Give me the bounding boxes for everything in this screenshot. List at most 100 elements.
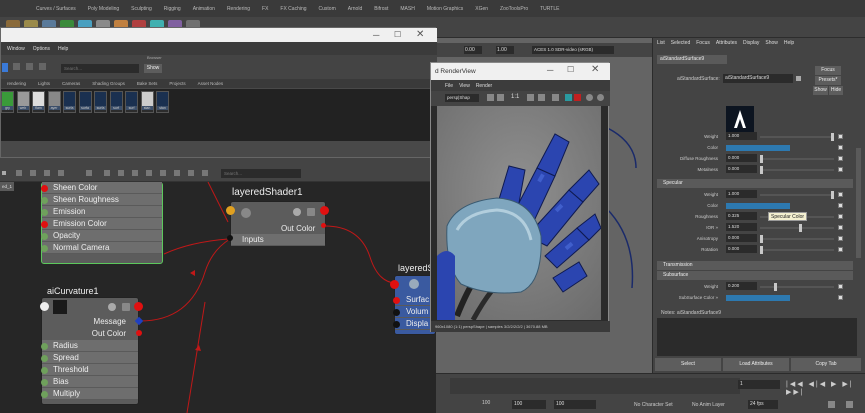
menu-item[interactable]: Help	[784, 40, 794, 46]
attribute-value-field[interactable]: 1.000	[726, 132, 757, 140]
shelf-tab[interactable]: Motion Graphics	[421, 6, 469, 12]
camera-select[interactable]: persp|Shap	[445, 94, 479, 102]
slider-handle[interactable]	[774, 283, 777, 291]
output-port[interactable]	[136, 330, 142, 336]
browser-search-input[interactable]	[61, 64, 139, 73]
range-end-field[interactable]: 100	[554, 400, 596, 409]
section-subsurface[interactable]: Subsurface	[657, 271, 853, 280]
material-swatch[interactable]: gry	[1, 91, 14, 113]
menu-item[interactable]: View	[459, 83, 470, 89]
node-attribute-row[interactable]: Opacity	[42, 230, 162, 242]
menu-item[interactable]: Window	[3, 46, 29, 52]
graph-tool-icon[interactable]	[160, 170, 166, 176]
minimize-icon[interactable]: ─	[547, 65, 553, 75]
graph-tool-icon[interactable]	[202, 170, 208, 176]
render-icon[interactable]	[497, 94, 504, 101]
input-port[interactable]	[41, 232, 48, 240]
node-attribute-row[interactable]: Emission	[42, 206, 162, 218]
material-swatch[interactable]: surfa	[94, 91, 107, 113]
render-icon[interactable]	[538, 94, 545, 101]
shelf-tab[interactable]: Sculpting	[125, 6, 158, 12]
output-port[interactable]	[134, 302, 143, 311]
ratio-label[interactable]: 1:1	[511, 94, 519, 100]
ae-scrollbar[interactable]	[856, 148, 861, 258]
slider-handle[interactable]	[760, 166, 763, 174]
slider-handle[interactable]	[760, 235, 763, 243]
playback-controls[interactable]: |◀◀ ◀|◀ ▶ ▶|▶▶|	[786, 380, 865, 396]
shelf-tab[interactable]: FX Caching	[274, 6, 312, 12]
render-icon[interactable]	[527, 94, 534, 101]
render-icon[interactable]	[487, 94, 494, 101]
input-port[interactable]	[41, 366, 48, 374]
shelf-tab[interactable]: Arnold	[342, 6, 368, 12]
browser-tab[interactable]: Lights	[32, 81, 56, 86]
layered-inputs-row[interactable]: Inputs	[231, 234, 325, 246]
slider-handle[interactable]	[760, 246, 763, 254]
presets-button[interactable]: Presets*	[815, 76, 841, 85]
graph-tool-icon[interactable]	[44, 170, 50, 176]
view-icon[interactable]	[13, 63, 20, 70]
close-icon[interactable]: ✕	[416, 29, 424, 40]
copy-tab-button[interactable]: Copy Tab	[791, 358, 861, 371]
time-field[interactable]: 1.00	[496, 46, 514, 54]
graph-tool-icon[interactable]	[58, 170, 64, 176]
graph-tool-icon[interactable]	[146, 170, 152, 176]
input-port[interactable]	[41, 184, 48, 192]
node-attribute-row[interactable]: Radius	[42, 340, 138, 352]
shelf-tab[interactable]: Animation	[187, 6, 221, 12]
attribute-value-field[interactable]: 0.000	[726, 165, 757, 173]
map-button-icon[interactable]	[838, 192, 843, 197]
settings-icon[interactable]	[846, 401, 853, 408]
material-swatch[interactable]: web	[16, 91, 30, 113]
browser-tab[interactable]: Cameras	[56, 81, 86, 86]
node-attribute-row[interactable]: Spread	[42, 352, 138, 364]
graph-tool-icon[interactable]	[132, 170, 138, 176]
layered-shader-node[interactable]: Out Color Inputs	[230, 201, 326, 246]
go-icon[interactable]	[796, 76, 801, 81]
map-button-icon[interactable]	[838, 236, 843, 241]
render-icon[interactable]	[597, 94, 604, 101]
input-port[interactable]	[393, 308, 400, 316]
input-port[interactable]	[41, 378, 48, 386]
material-swatch[interactable]: surfa	[63, 91, 76, 113]
map-button-icon[interactable]	[838, 156, 843, 161]
browser-tab[interactable]: Bake Sets	[131, 81, 164, 86]
minimize-icon[interactable]: ─	[373, 30, 379, 40]
graph-tool-icon[interactable]	[188, 170, 194, 176]
load-attributes-button[interactable]: Load Attributes	[723, 358, 789, 371]
material-swatch[interactable]: stan	[140, 91, 154, 113]
shelf-tab[interactable]: FX	[256, 6, 274, 12]
list-icon[interactable]	[307, 208, 315, 216]
input-port[interactable]	[393, 320, 400, 328]
menu-item[interactable]: List	[657, 40, 665, 46]
render-image[interactable]	[437, 106, 602, 322]
material-swatch[interactable]: stan	[156, 91, 169, 113]
node-attribute-row[interactable]: Emission Color	[42, 218, 162, 230]
color-swatch[interactable]	[726, 295, 790, 301]
fps-select[interactable]: 24 fps	[748, 400, 778, 409]
ae-tab[interactable]: aiStandardSurface9	[657, 55, 727, 64]
view-icon[interactable]	[39, 63, 46, 70]
anim-layer-label[interactable]: No Anim Layer	[692, 402, 725, 408]
browser-tab[interactable]: Asset Nodes	[192, 81, 230, 86]
map-button-icon[interactable]	[838, 167, 843, 172]
time-slider[interactable]	[450, 378, 740, 394]
material-swatch[interactable]: surfa	[78, 91, 92, 113]
node-attribute-row[interactable]: Threshold	[42, 364, 138, 376]
slider-handle[interactable]	[831, 191, 834, 199]
graph-tool-icon[interactable]	[16, 170, 22, 176]
attribute-value-field[interactable]: 0.000	[726, 245, 757, 253]
maximize-icon[interactable]: ☐	[394, 30, 401, 39]
input-port[interactable]	[226, 206, 235, 215]
color-swatch[interactable]	[726, 145, 790, 151]
render-icon[interactable]	[586, 94, 593, 101]
output-port[interactable]	[321, 223, 326, 228]
menu-item[interactable]: File	[445, 83, 453, 89]
attribute-slider[interactable]	[760, 166, 834, 174]
section-transmission[interactable]: Transmission	[657, 261, 853, 270]
range-start-field[interactable]: 100	[512, 400, 546, 409]
hide-button[interactable]: Hide	[829, 86, 843, 95]
node-attribute-row[interactable]: Sheen Roughness	[42, 194, 162, 206]
browser-tab[interactable]: Projects	[163, 81, 191, 86]
layout-icon[interactable]	[2, 171, 6, 175]
